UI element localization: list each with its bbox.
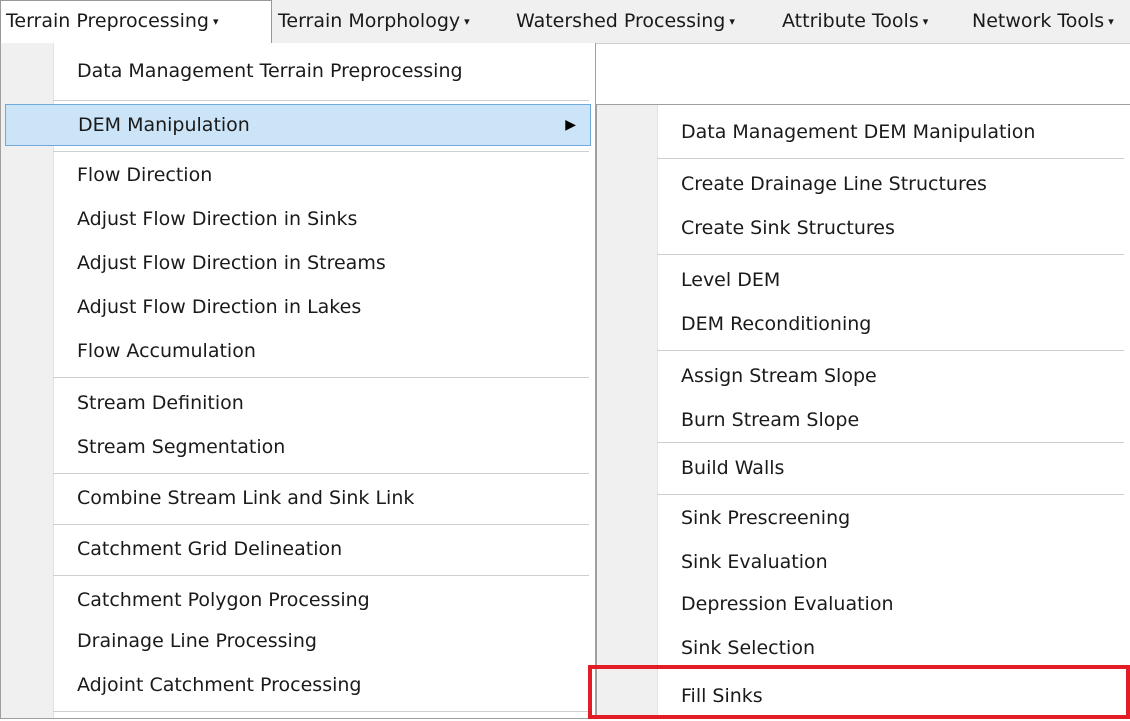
menu-separator [657,158,1124,159]
submenu-item-level-dem[interactable]: Level DEM [657,257,1130,303]
menu-item-data-management-terrain-preprocessing[interactable]: Data Management Terrain Preprocessing [53,43,595,99]
menu-item-drainage-line-processing[interactable]: Drainage Line Processing [53,619,595,663]
submenu-item-sink-prescreening[interactable]: Sink Prescreening [657,495,1130,541]
highlight-annotation-box [588,665,1130,719]
menu-item-label: Create Drainage Line Structures [681,173,987,195]
menu-item-adjust-flow-direction-lakes[interactable]: Adjust Flow Direction in Lakes [53,285,595,329]
chevron-down-icon: ▾ [464,15,470,28]
menu-item-label: Stream Segmentation [77,436,286,458]
submenu-item-data-management-dem-manipulation[interactable]: Data Management DEM Manipulation [657,109,1130,155]
menu-bar: Terrain Preprocessing ▾ Terrain Morpholog… [0,0,1130,44]
menu-item-label: Combine Stream Link and Sink Link [77,487,415,509]
menu-item-label: DEM Reconditioning [681,313,872,335]
menu-item-flow-accumulation[interactable]: Flow Accumulation [53,329,595,373]
menu-item-label: Flow Accumulation [77,340,256,362]
chevron-down-icon: ▾ [212,15,219,28]
submenu-item-depression-evaluation[interactable]: Depression Evaluation [657,581,1130,627]
menu-item-label: Adjust Flow Direction in Lakes [77,296,362,318]
menu-item-label: Assign Stream Slope [681,365,877,387]
chevron-down-icon: ▾ [729,15,735,28]
menu-item-catchment-polygon-processing[interactable]: Catchment Polygon Processing [53,577,595,623]
menu-separator [53,473,589,474]
menu-item-adjust-flow-direction-streams[interactable]: Adjust Flow Direction in Streams [53,241,595,285]
menu-item-label: Catchment Polygon Processing [77,589,370,611]
chevron-down-icon: ▾ [1108,15,1114,28]
menu-item-label: Stream Definition [77,392,244,414]
menu-label: Network Tools [972,10,1105,32]
submenu-item-dem-reconditioning[interactable]: DEM Reconditioning [657,301,1130,347]
submenu-item-create-drainage-line-structures[interactable]: Create Drainage Line Structures [657,161,1130,207]
menu-item-label: Burn Stream Slope [681,409,860,431]
submenu-item-build-walls[interactable]: Build Walls [657,445,1130,491]
menu-terrain-preprocessing[interactable]: Terrain Preprocessing ▾ [0,0,272,44]
menu-separator [53,100,589,101]
menu-separator [657,254,1124,255]
submenu-item-burn-stream-slope[interactable]: Burn Stream Slope [657,397,1130,443]
menu-separator [657,442,1124,443]
menu-separator [53,377,589,378]
menu-item-label: Data Management DEM Manipulation [681,121,1036,143]
menu-item-catchment-grid-delineation[interactable]: Catchment Grid Delineation [53,526,595,572]
menu-network-tools[interactable]: Network Tools ▾ [966,0,1114,43]
menu-item-dem-manipulation[interactable]: DEM Manipulation ▶ [5,104,591,146]
menu-item-label: Data Management Terrain Preprocessing [77,60,463,82]
menu-item-label: Adjust Flow Direction in Sinks [77,208,358,230]
menu-label: Terrain Morphology [278,10,461,32]
menu-label: Attribute Tools [782,10,919,32]
menu-item-label: Sink Selection [681,637,815,659]
menu-item-label: Level DEM [681,269,781,291]
submenu-item-sink-evaluation[interactable]: Sink Evaluation [657,539,1130,585]
menu-item-flow-direction[interactable]: Flow Direction [53,153,595,197]
menu-separator [657,350,1124,351]
menu-item-combine-stream-link-sink-link[interactable]: Combine Stream Link and Sink Link [53,475,595,521]
menu-separator [53,524,589,525]
menu-item-label: Create Sink Structures [681,217,895,239]
menu-item-label: Sink Prescreening [681,507,851,529]
menu-item-label: Sink Evaluation [681,551,828,573]
submenu-arrow-icon: ▶ [565,117,576,133]
menu-item-label: Depression Evaluation [681,593,894,615]
menu-watershed-processing[interactable]: Watershed Processing ▾ [510,0,735,43]
chevron-down-icon: ▾ [922,15,929,28]
menu-attribute-tools[interactable]: Attribute Tools ▾ [776,0,928,43]
menu-item-adjoint-catchment-processing[interactable]: Adjoint Catchment Processing [53,663,595,707]
menu-item-label: Adjust Flow Direction in Streams [77,252,386,274]
menu-label: Watershed Processing [516,10,726,32]
menu-item-label: DEM Manipulation [78,114,250,136]
menu-item-label: Build Walls [681,457,785,479]
menu-item-stream-definition[interactable]: Stream Definition [53,381,595,425]
submenu-item-create-sink-structures[interactable]: Create Sink Structures [657,205,1130,251]
terrain-preprocessing-dropdown: Data Management Terrain Preprocessing DE… [0,43,596,719]
menu-item-label: Catchment Grid Delineation [77,538,343,560]
menu-label: Terrain Preprocessing [6,10,209,32]
menu-separator [53,575,589,576]
menu-item-adjust-flow-direction-sinks[interactable]: Adjust Flow Direction in Sinks [53,197,595,241]
dem-manipulation-submenu: Data Management DEM Manipulation Create … [596,104,1130,719]
menu-terrain-morphology[interactable]: Terrain Morphology ▾ [272,0,470,43]
menu-item-label: Flow Direction [77,164,213,186]
menu-item-label: Adjoint Catchment Processing [77,674,362,696]
menu-item-label: Drainage Line Processing [77,630,317,652]
submenu-item-assign-stream-slope[interactable]: Assign Stream Slope [657,353,1130,399]
menu-separator [53,151,589,152]
menu-separator [53,711,589,712]
submenu-icon-column [597,105,658,719]
menu-item-stream-segmentation[interactable]: Stream Segmentation [53,425,595,469]
